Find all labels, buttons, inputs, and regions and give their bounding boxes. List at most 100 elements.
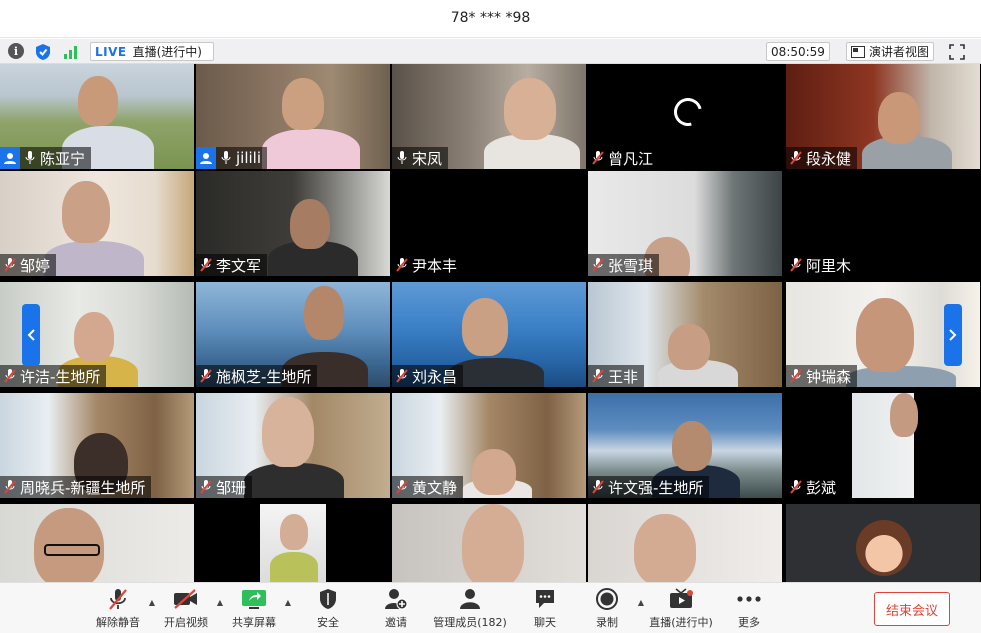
unmute-label: 解除静音 bbox=[96, 616, 140, 629]
video-tile[interactable] bbox=[588, 504, 782, 582]
invite-button[interactable]: 邀请 bbox=[364, 586, 428, 632]
meeting-info-bar: i LIVE 直播(进行中) 08:50:59 演讲者视图 bbox=[0, 39, 981, 64]
video-tile[interactable]: 周晓兵-新疆生地所 bbox=[0, 393, 194, 498]
shield-icon bbox=[320, 589, 336, 609]
participant-name: 李文军 bbox=[216, 256, 262, 275]
participant-name: 陈亚宁 bbox=[40, 149, 86, 168]
video-tile[interactable]: 邹婷 bbox=[0, 171, 194, 276]
mic-muted-icon bbox=[590, 478, 606, 496]
share-options-caret-icon[interactable]: ▲ bbox=[283, 597, 293, 607]
participant-name: jilili bbox=[236, 149, 262, 167]
record-icon bbox=[596, 588, 618, 610]
video-tile[interactable]: 阿里木 bbox=[786, 171, 980, 276]
loading-spinner-icon bbox=[668, 92, 708, 132]
video-tile[interactable]: 段永健 bbox=[786, 64, 980, 169]
info-icon[interactable]: i bbox=[8, 43, 24, 59]
video-tile[interactable]: 许文强-生地所 bbox=[588, 393, 782, 498]
mic-muted-icon bbox=[394, 478, 410, 496]
participants-label: 管理成员(182) bbox=[433, 616, 507, 629]
video-tile[interactable]: 张雪琪 bbox=[588, 171, 782, 276]
participant-name: 许洁-生地所 bbox=[20, 367, 101, 386]
meeting-toolbar: 解除静音 ▲ 开启视频 ▲ 共享屏幕 ▲ 安全 邀请 管理成员(182) 聊天 … bbox=[0, 582, 981, 633]
speaker-view-icon bbox=[850, 45, 865, 58]
previous-page-button[interactable] bbox=[22, 304, 40, 366]
video-tile[interactable] bbox=[786, 504, 980, 582]
share-screen-label: 共享屏幕 bbox=[232, 616, 276, 629]
participant-label: 宋凤 bbox=[392, 147, 449, 169]
participant-label: 施枫芝-生地所 bbox=[196, 365, 318, 387]
shield-icon[interactable] bbox=[34, 42, 52, 61]
mic-muted-icon bbox=[198, 367, 214, 385]
speaker-view-button[interactable]: 演讲者视图 bbox=[846, 42, 934, 61]
start-video-button[interactable]: 开启视频 bbox=[154, 586, 218, 632]
live-status-text: 直播(进行中) bbox=[132, 45, 202, 59]
video-tile[interactable]: 刘永昌 bbox=[392, 282, 586, 387]
share-screen-icon bbox=[242, 590, 266, 609]
participant-label: 曾凡江 bbox=[588, 147, 660, 169]
participant-label: 彭斌 bbox=[786, 476, 843, 498]
record-button[interactable]: 录制 bbox=[575, 586, 639, 632]
record-label: 录制 bbox=[596, 616, 618, 629]
window-title: 78* *** *98 bbox=[450, 10, 531, 26]
video-tile[interactable]: 宋凤 bbox=[392, 64, 586, 169]
live-status-indicator[interactable]: LIVE 直播(进行中) bbox=[90, 42, 214, 61]
record-options-caret-icon[interactable]: ▲ bbox=[636, 597, 646, 607]
participants-button[interactable]: 管理成员(182) bbox=[433, 586, 507, 632]
unmute-button[interactable]: 解除静音 bbox=[86, 586, 150, 632]
more-icon bbox=[737, 596, 761, 602]
video-gallery: 陈亚宁 jilili 宋凤 曾凡江 段永健 邹婷 李文军 尹本丰 张雪琪 阿里木… bbox=[0, 64, 981, 582]
avatar bbox=[856, 520, 912, 576]
mic-muted-icon bbox=[394, 256, 410, 274]
participant-name: 黄文静 bbox=[412, 478, 458, 497]
participant-label: 陈亚宁 bbox=[0, 147, 92, 169]
mic-icon bbox=[394, 149, 410, 167]
participant-label: 尹本丰 bbox=[392, 254, 464, 276]
live-stream-icon bbox=[670, 588, 693, 608]
participant-label: 阿里木 bbox=[786, 254, 858, 276]
chat-button[interactable]: 聊天 bbox=[513, 586, 577, 632]
participant-label: 邹婷 bbox=[0, 254, 57, 276]
participant-name: 阿里木 bbox=[806, 256, 852, 275]
mic-icon bbox=[218, 149, 234, 167]
video-tile[interactable]: 曾凡江 bbox=[588, 64, 782, 169]
mic-muted-icon bbox=[2, 256, 18, 274]
security-label: 安全 bbox=[317, 616, 339, 629]
video-tile[interactable] bbox=[196, 504, 390, 582]
participant-label: 刘永昌 bbox=[392, 365, 464, 387]
video-tile[interactable]: 陈亚宁 bbox=[0, 64, 194, 169]
participant-label: 周晓兵-新疆生地所 bbox=[0, 476, 152, 498]
end-meeting-button[interactable]: 结束会议 bbox=[874, 592, 950, 626]
security-button[interactable]: 安全 bbox=[296, 586, 360, 632]
mic-muted-icon bbox=[198, 256, 214, 274]
video-tile[interactable]: 黄文静 bbox=[392, 393, 586, 498]
next-page-button[interactable] bbox=[944, 304, 962, 366]
video-tile[interactable]: 邹珊 bbox=[196, 393, 390, 498]
video-tile[interactable]: 王非 bbox=[588, 282, 782, 387]
video-tile-active-speaker[interactable]: jilili bbox=[196, 64, 390, 169]
video-tile[interactable]: 彭斌 bbox=[786, 393, 980, 498]
mic-muted-icon bbox=[109, 589, 127, 610]
mic-muted-icon bbox=[198, 478, 214, 496]
more-button[interactable]: 更多 bbox=[717, 586, 781, 632]
participant-label: 王非 bbox=[588, 365, 645, 387]
mic-muted-icon bbox=[788, 149, 804, 167]
participants-icon bbox=[460, 589, 480, 609]
participant-label: 邹珊 bbox=[196, 476, 253, 498]
participant-label: 李文军 bbox=[196, 254, 268, 276]
video-tile[interactable]: 尹本丰 bbox=[392, 171, 586, 276]
live-stream-button[interactable]: 直播(进行中) bbox=[649, 586, 713, 632]
video-tile[interactable] bbox=[392, 504, 586, 582]
network-signal-icon[interactable] bbox=[62, 42, 80, 61]
video-tile[interactable]: 李文军 bbox=[196, 171, 390, 276]
mic-muted-icon bbox=[788, 256, 804, 274]
chat-label: 聊天 bbox=[534, 616, 556, 629]
video-tile[interactable]: 施枫芝-生地所 bbox=[196, 282, 390, 387]
participant-name: 尹本丰 bbox=[412, 256, 458, 275]
chat-icon bbox=[536, 590, 554, 608]
video-tile[interactable] bbox=[0, 504, 194, 582]
mic-muted-icon bbox=[590, 367, 606, 385]
participant-name: 段永健 bbox=[806, 149, 852, 168]
fullscreen-icon[interactable] bbox=[948, 42, 966, 61]
participant-label: 许洁-生地所 bbox=[0, 365, 107, 387]
share-screen-button[interactable]: 共享屏幕 bbox=[222, 586, 286, 632]
